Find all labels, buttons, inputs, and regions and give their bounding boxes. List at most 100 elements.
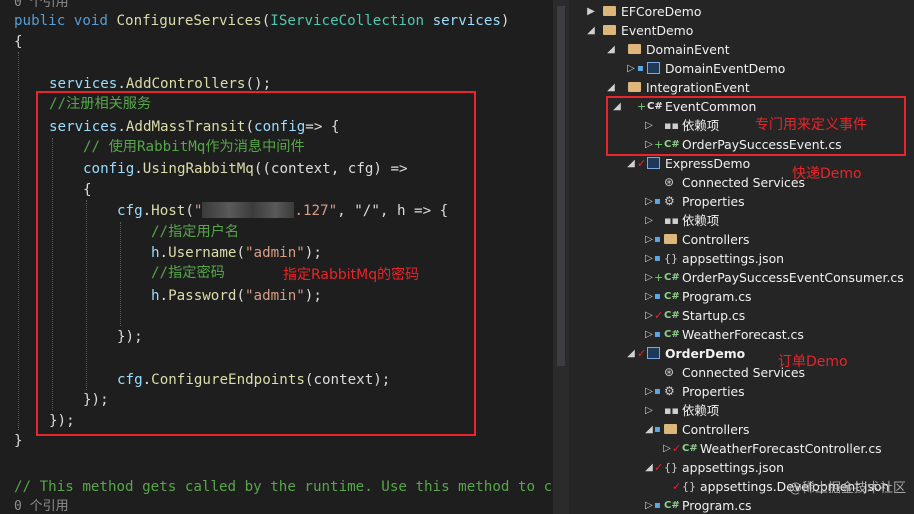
code-comment-bottom: // This method gets called by the runtim… (14, 479, 553, 495)
tree-item-label: Controllers (682, 232, 750, 247)
editor-scrollbar[interactable] (553, 0, 569, 514)
tree-item[interactable]: ▷ ▪ C# Program.cs (569, 496, 914, 514)
plus-icon: + (654, 271, 664, 284)
tree-item[interactable]: ▷ ▪ ⚙ Properties (569, 192, 914, 211)
checkmark-icon: ✓ (672, 480, 682, 493)
checkmark-icon: ✓ (637, 157, 647, 170)
checkmark-icon: ✓ (654, 309, 664, 322)
csharp-file-icon: C# (664, 272, 680, 283)
expand-arrow-icon[interactable]: ▷ (644, 306, 654, 325)
expand-arrow-icon[interactable]: ▷ (644, 211, 654, 230)
expand-arrow-icon[interactable]: ▷ (644, 230, 654, 249)
properties-icon: ⚙ (664, 194, 675, 208)
tree-item[interactable]: ▷ + C# OrderPaySuccessEventConsumer.cs (569, 268, 914, 287)
tree-item[interactable]: ◢ ✓ OrderDemo (569, 344, 914, 363)
lock-icon: ▪ (654, 234, 661, 245)
tree-item[interactable]: ▷ ▪{} appsettings.json (569, 249, 914, 268)
tree-item[interactable]: ▷ ▪▪ 依赖项 (569, 211, 914, 230)
connected-services-icon: ⊛ (664, 365, 675, 379)
tree-item-label: Properties (682, 384, 745, 399)
tree-item[interactable]: ◢ IntegrationEvent (569, 78, 914, 97)
solution-explorer[interactable]: ▶ EFCoreDemo ◢ EventDemo ◢ DomainEvent ▷ ▪ Domai… (569, 0, 914, 514)
expand-arrow-icon[interactable]: ▷ (644, 382, 654, 401)
scrollbar-thumb[interactable] (557, 6, 565, 366)
expand-arrow-icon[interactable]: ▷ (644, 249, 654, 268)
expand-arrow-icon[interactable]: ▷ (626, 59, 636, 78)
tree-item[interactable]: ▷ ▪ DomainEventDemo (569, 59, 914, 78)
csharp-file-icon: C# (664, 329, 680, 340)
lock-icon: ▪ (654, 386, 661, 397)
tree-item-label: OrderPaySuccessEventConsumer.cs (682, 270, 904, 285)
json-file-icon: {} (664, 461, 678, 474)
folder-icon (603, 25, 616, 35)
project-icon (647, 157, 660, 169)
checkmark-icon: ✓ (654, 461, 664, 474)
connected-services-icon: ⊛ (664, 175, 675, 189)
expand-arrow-icon[interactable]: ▶ (586, 2, 596, 21)
tree-item[interactable]: ◢ ✓{} appsettings.json (569, 458, 914, 477)
tree-item[interactable]: ◢ ✓ ExpressDemo (569, 154, 914, 173)
tree-item[interactable]: ◢ EventDemo (569, 21, 914, 40)
expand-arrow-icon[interactable]: ◢ (644, 458, 654, 477)
checkmark-icon: ✓ (672, 442, 682, 455)
expand-arrow-icon[interactable]: ▷ (644, 401, 654, 420)
expand-arrow-icon[interactable]: ▷ (644, 496, 654, 514)
folder-icon (628, 44, 641, 54)
tree-item-label: appsettings.json (682, 460, 785, 475)
annotation-express-demo: 快递Demo (792, 166, 862, 182)
folder-icon (664, 234, 677, 244)
tree-item[interactable]: ▷ ▪ C# Program.cs (569, 287, 914, 306)
expand-arrow-icon[interactable]: ◢ (606, 78, 616, 97)
csharp-file-icon: C# (664, 291, 680, 302)
folder-icon (664, 424, 677, 434)
tree-item-label: EventDemo (621, 23, 694, 38)
expand-arrow-icon[interactable]: ▷ (644, 287, 654, 306)
tree-item-label: appsettings.json (682, 251, 785, 266)
tree-item[interactable]: ▶ EFCoreDemo (569, 2, 914, 21)
expand-arrow-icon[interactable]: ▷ (644, 325, 654, 344)
annotation-order-demo: 订单Demo (778, 354, 848, 370)
code-line-open-brace: { (14, 34, 23, 50)
tree-item-label: Controllers (682, 422, 750, 437)
tree-item[interactable]: ▷ ✓ C# WeatherForecastController.cs (569, 439, 914, 458)
watermark: @稀土掘金技术社区 (788, 481, 906, 496)
tree-item-label: OrderDemo (665, 346, 746, 361)
checkmark-icon: ✓ (637, 347, 647, 360)
dependencies-icon: ▪▪ (664, 404, 679, 417)
json-file-icon: {} (664, 252, 678, 265)
lock-icon: ▪ (654, 424, 661, 435)
lock-icon: ▪ (654, 253, 661, 264)
tree-item[interactable]: ▷ ▪ ⚙ Properties (569, 382, 914, 401)
lock-icon: ▪ (654, 291, 661, 302)
tree-item-label: 依赖项 (682, 403, 720, 418)
annotation-event-common: 专门用来定义事件 (755, 117, 867, 133)
tree-item[interactable]: ▷ ▪ Controllers (569, 230, 914, 249)
expand-arrow-icon[interactable]: ◢ (606, 40, 616, 59)
lock-icon: ▪ (654, 196, 661, 207)
expand-arrow-icon[interactable]: ◢ (644, 420, 654, 439)
code-editor[interactable]: 0 个引用 public void ConfigureServices(ISer… (0, 0, 553, 514)
expand-arrow-icon[interactable]: ▷ (644, 192, 654, 211)
csharp-file-icon: C# (664, 310, 680, 321)
tree-item-label: ExpressDemo (665, 156, 751, 171)
code-line-close-method: } (14, 433, 23, 449)
tree-item[interactable]: ⊛ Connected Services (569, 363, 914, 382)
json-file-icon: {} (682, 480, 696, 493)
folder-icon (628, 82, 641, 92)
expand-arrow-icon[interactable]: ◢ (626, 344, 636, 363)
tree-item[interactable]: ⊛ Connected Services (569, 173, 914, 192)
tree-item[interactable]: ◢ ▪ Controllers (569, 420, 914, 439)
reference-count-bottom[interactable]: 0 个引用 (14, 497, 69, 514)
tree-item[interactable]: ▷ ✓ C# Startup.cs (569, 306, 914, 325)
expand-arrow-icon[interactable]: ◢ (626, 154, 636, 173)
tree-item-label: Connected Services (682, 175, 805, 190)
expand-arrow-icon[interactable]: ◢ (586, 21, 596, 40)
tree-item[interactable]: ▷ ▪ C# WeatherForecast.cs (569, 325, 914, 344)
indent-guide (18, 52, 19, 430)
expand-arrow-icon[interactable]: ▷ (644, 268, 654, 287)
tree-item[interactable]: ◢ DomainEvent (569, 40, 914, 59)
expand-arrow-icon[interactable]: ▷ (662, 439, 672, 458)
tree-item[interactable]: ▷ ▪▪ 依赖项 (569, 401, 914, 420)
tree-item-label: Startup.cs (682, 308, 746, 323)
code-line-signature: public void ConfigureServices(IServiceCo… (14, 13, 510, 29)
